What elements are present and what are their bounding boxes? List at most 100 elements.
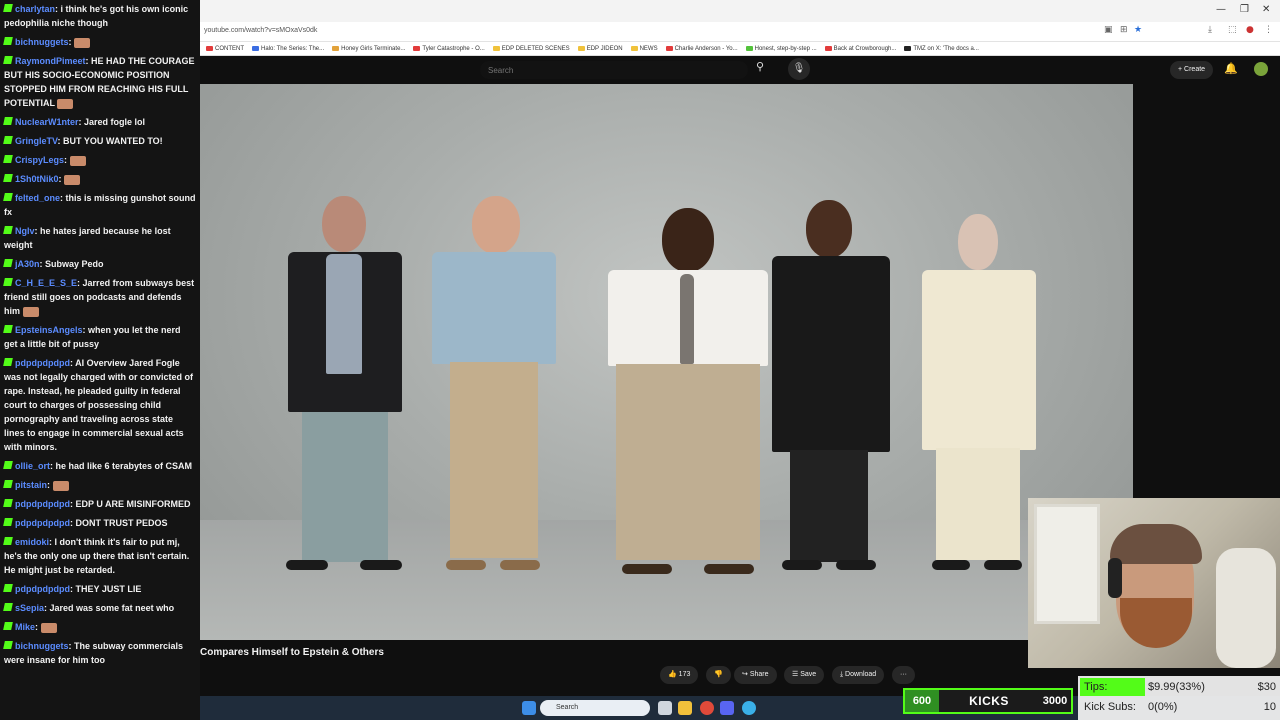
chat-username[interactable]: pdpdpdpdpd — [15, 358, 70, 368]
bookmark-item[interactable]: Tyler Catastrophe - O... — [413, 46, 485, 52]
bookmark-item[interactable]: EDP JIDEON — [577, 46, 623, 52]
file-explorer-icon[interactable] — [678, 701, 692, 715]
bookmark-item[interactable]: Honest, step-by-step ... — [745, 45, 817, 52]
app-icon[interactable] — [742, 701, 756, 715]
chat-message: pdpdpdpdpd: EDP U ARE MISINFORMED — [0, 497, 200, 511]
chat-username[interactable]: C_H_E_E_S_E — [15, 278, 77, 288]
dislike-button[interactable]: 👎 — [706, 666, 731, 684]
bookmark-label: Back at Crowborough... — [833, 45, 897, 52]
bookmark-label: Honest, step-by-step ... — [754, 45, 817, 52]
task-view-icon[interactable] — [658, 701, 672, 715]
share-button[interactable]: ↪ Share — [734, 666, 777, 684]
taskbar-search[interactable]: Search — [540, 700, 650, 716]
chat-username[interactable]: pitstain — [15, 480, 47, 490]
bookmark-item[interactable]: TMZ on X: 'The docs a... — [904, 46, 979, 52]
chat-message: Nglv: he hates jared because he lost wei… — [0, 224, 200, 252]
chat-username[interactable]: ollie_ort — [15, 461, 50, 471]
chat-emote-icon — [57, 98, 74, 109]
maximize-icon[interactable]: ❐ — [1240, 4, 1249, 15]
chat-username[interactable]: pdpdpdpdpd — [15, 584, 70, 594]
chat-username[interactable]: felted_one — [15, 193, 60, 203]
chat-message: 1Sh0tNik0: — [0, 172, 200, 186]
like-button[interactable]: 👍 173 — [660, 666, 699, 684]
more-actions-button[interactable]: ··· — [892, 666, 915, 684]
address-bar[interactable]: youtube.com/watch?v=sMOxaVs0dk ▣ ⊞ ★ ⤓ ⬚… — [200, 22, 1280, 42]
search-icon[interactable]: ⚲ — [756, 60, 764, 73]
chrome-icon[interactable] — [700, 701, 714, 715]
bookmark-label: Honey Girls Terminate... — [341, 45, 406, 52]
bookmark-item[interactable]: Charlie Anderson - Yo... — [665, 46, 738, 52]
share-label: Share — [749, 671, 769, 678]
screenshot-icon[interactable]: ▣ — [1104, 25, 1113, 35]
chat-message: ollie_ort: he had like 6 terabytes of CS… — [0, 459, 200, 473]
menu-icon[interactable]: ⋮ — [1264, 25, 1273, 35]
bookmark-star-icon[interactable]: ★ — [1134, 25, 1142, 35]
chat-username[interactable]: Mike — [15, 622, 35, 632]
chat-username[interactable]: emidoki — [15, 537, 49, 547]
url-text[interactable]: youtube.com/watch?v=sMOxaVs0dk — [204, 27, 317, 34]
chat-username[interactable]: pdpdpdpdpd — [15, 518, 70, 528]
translate-icon[interactable]: ⊞ — [1120, 25, 1128, 35]
notifications-bell-icon[interactable]: 🔔 — [1224, 62, 1238, 75]
search-input[interactable] — [488, 64, 718, 76]
chat-text: BUT YOU WANTED TO! — [63, 136, 163, 146]
chat-username[interactable]: bichnuggets — [15, 37, 69, 47]
create-button[interactable]: + Create — [1170, 61, 1214, 79]
chat-text: EDP U ARE MISINFORMED — [75, 499, 191, 509]
chat-message: pdpdpdpdpd: THEY JUST LIE — [0, 582, 200, 596]
kick-badge-icon — [3, 358, 13, 366]
bookmark-label: NEWS — [639, 45, 658, 52]
kicks-current: 600 — [905, 690, 939, 712]
kicks-target: 3000 — [1042, 695, 1068, 707]
kick-badge-icon — [3, 37, 13, 45]
chat-username[interactable]: GringleTV — [15, 136, 58, 146]
cutout-figure-4 — [770, 200, 894, 576]
windows-start-icon[interactable] — [522, 701, 536, 715]
chat-username[interactable]: EpsteinsAngels — [15, 325, 83, 335]
chat-username[interactable]: charlytan — [15, 4, 55, 14]
bookmark-item[interactable]: NEWS — [630, 45, 658, 52]
chat-username[interactable]: CrispyLegs — [15, 155, 64, 165]
save-button[interactable]: ☰ Save — [784, 666, 825, 684]
close-icon[interactable]: ✕ — [1262, 4, 1270, 15]
chat-message: felted_one: this is missing gunshot soun… — [0, 191, 200, 219]
kick-badge-icon — [3, 537, 13, 545]
profile-icon[interactable]: ● — [1246, 25, 1254, 35]
chat-message: GringleTV: BUT YOU WANTED TO! — [0, 134, 200, 148]
chat-text: AI Overview Jared Fogle was not legally … — [4, 358, 194, 452]
bookmark-item[interactable]: Back at Crowborough... — [824, 45, 897, 52]
chat-username[interactable]: jA30n — [15, 259, 40, 269]
chat-username[interactable]: pdpdpdpdpd — [15, 499, 70, 509]
discord-icon[interactable] — [720, 701, 734, 715]
search-box[interactable] — [480, 61, 748, 79]
account-avatar[interactable] — [1254, 62, 1268, 76]
video-side-panel — [1133, 84, 1280, 496]
bookmark-favicon-icon — [745, 46, 753, 51]
kick-badge-icon — [3, 4, 13, 12]
bookmark-item[interactable]: EDP DELETED SCENES — [492, 46, 570, 52]
browser-titlebar: — ❐ ✕ — [200, 0, 1280, 22]
bookmark-item[interactable]: Halo: The Series: The... — [252, 46, 324, 52]
chat-username[interactable]: NuclearW1nter — [15, 117, 79, 127]
bookmark-favicon-icon — [206, 46, 213, 51]
minimize-icon[interactable]: — — [1216, 4, 1226, 15]
chat-username[interactable]: sSepia — [15, 603, 44, 613]
download-icon[interactable]: ⤓ — [1208, 25, 1212, 35]
bookmark-label: CONTENT — [215, 45, 244, 52]
chat-username[interactable]: bichnuggets — [15, 641, 69, 651]
chat-text: DONT TRUST PEDOS — [75, 518, 168, 528]
download-button[interactable]: ⤓ Download — [832, 666, 885, 684]
tips-value: $9.99(33%) — [1148, 681, 1205, 693]
chat-username[interactable]: RaymondPimeet — [15, 56, 86, 66]
microphone-icon[interactable]: 🎙 — [788, 58, 810, 80]
extensions-icon[interactable]: ⬚ — [1228, 25, 1237, 35]
bookmarks-bar: CONTENT Halo: The Series: The... Honey Gir… — [200, 42, 1280, 56]
chat-username[interactable]: Nglv — [15, 226, 35, 236]
video-player[interactable] — [200, 84, 1133, 640]
kick-badge-icon — [3, 193, 13, 201]
chat-message: C_H_E_E_S_E: Jarred from subways best fr… — [0, 276, 200, 318]
chat-username[interactable]: 1Sh0tNik0 — [15, 174, 59, 184]
bookmark-item[interactable]: CONTENT — [206, 46, 244, 52]
chat-emote-icon — [40, 622, 57, 633]
bookmark-item[interactable]: Honey Girls Terminate... — [332, 46, 405, 52]
